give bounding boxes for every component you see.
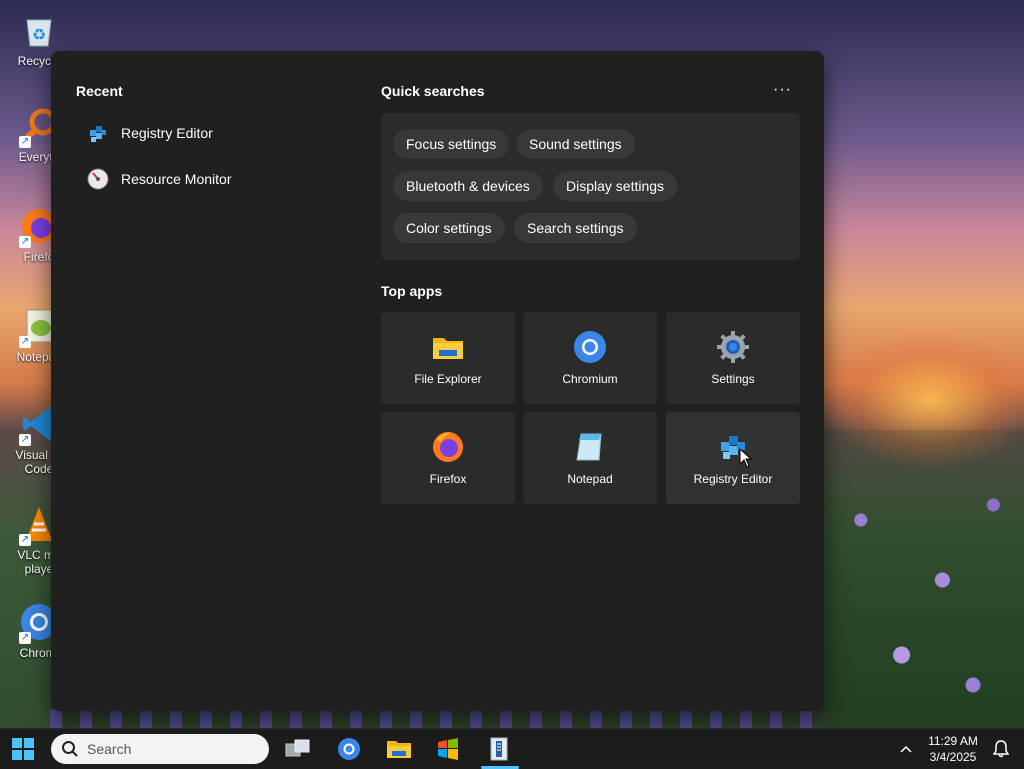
- app-tile-chromium[interactable]: Chromium: [523, 312, 657, 404]
- chromium-icon: [338, 738, 360, 760]
- clock-date: 3/4/2025: [929, 750, 977, 764]
- notepad-icon: [573, 430, 607, 464]
- taskbar-registry-editor[interactable]: [481, 733, 517, 765]
- recent-item-label: Resource Monitor: [121, 171, 232, 187]
- shortcut-arrow-icon: ↗: [19, 336, 31, 348]
- taskbar-clock[interactable]: 11:29 AM 3/4/2025: [918, 733, 988, 765]
- taskbar-legacy-app[interactable]: [430, 733, 466, 765]
- gear-icon: [716, 330, 750, 364]
- taskbar: Search 11:29 AM 3/4/2025: [0, 728, 1024, 769]
- app-tile-registry-editor[interactable]: Registry Editor: [666, 412, 800, 504]
- app-tile-file-explorer[interactable]: File Explorer: [381, 312, 515, 404]
- wallpaper-flowers: [820, 430, 1024, 730]
- folder-icon: [387, 741, 411, 758]
- quick-search-search-settings[interactable]: Search settings: [514, 213, 637, 243]
- search-icon: [62, 741, 78, 757]
- app-tile-settings[interactable]: Settings: [666, 312, 800, 404]
- notifications-button[interactable]: [983, 733, 1019, 765]
- recent-item-label: Registry Editor: [121, 125, 213, 141]
- app-tile-label: Chromium: [562, 372, 618, 386]
- chevron-up-icon: [900, 745, 912, 753]
- recent-item-registry-editor[interactable]: Registry Editor: [87, 117, 213, 149]
- app-tile-label: Settings: [711, 372, 755, 386]
- clock-time: 11:29 AM: [928, 734, 978, 748]
- top-apps-title: Top apps: [381, 283, 443, 299]
- recent-title: Recent: [76, 83, 123, 99]
- quick-search-display-settings[interactable]: Display settings: [553, 171, 678, 201]
- recycle-bin-icon: ♻: [19, 10, 59, 50]
- app-tile-notepad[interactable]: Notepad: [523, 412, 657, 504]
- app-tile-label: Firefox: [429, 472, 467, 486]
- resource-monitor-icon: [87, 168, 109, 190]
- windows-flag-icon: [438, 738, 458, 760]
- task-view-icon: [285, 739, 310, 757]
- search-placeholder: Search: [87, 741, 132, 757]
- app-window-icon: [490, 737, 508, 761]
- quick-search-sound-settings[interactable]: Sound settings: [516, 129, 635, 159]
- taskbar-file-explorer[interactable]: [381, 733, 417, 765]
- task-view-button[interactable]: [280, 733, 316, 765]
- shortcut-arrow-icon: ↗: [19, 236, 31, 248]
- quick-searches-title: Quick searches: [381, 83, 485, 99]
- shortcut-arrow-icon: ↗: [19, 434, 31, 446]
- registry-editor-icon: [87, 122, 109, 144]
- chromium-icon: [573, 330, 607, 364]
- shortcut-arrow-icon: ↗: [19, 534, 31, 546]
- start-button[interactable]: [5, 733, 41, 765]
- windows-logo-icon: [12, 738, 34, 760]
- app-tile-firefox[interactable]: Firefox: [381, 412, 515, 504]
- more-options-icon[interactable]: ···: [773, 81, 792, 99]
- recent-item-resource-monitor[interactable]: Resource Monitor: [87, 163, 232, 195]
- start-menu: Recent Registry Editor Resource Monitor …: [51, 51, 824, 711]
- wallpaper-flowers-bottom: [50, 710, 830, 730]
- bell-icon: [993, 740, 1009, 758]
- folder-icon: [431, 330, 465, 364]
- svg-text:♻: ♻: [32, 27, 46, 44]
- quick-search-bluetooth-devices[interactable]: Bluetooth & devices: [393, 171, 543, 201]
- mouse-cursor-icon: [739, 448, 753, 468]
- app-tile-label: Notepad: [567, 472, 613, 486]
- taskbar-search-box[interactable]: Search: [51, 734, 269, 764]
- shortcut-arrow-icon: ↗: [19, 136, 31, 148]
- quick-searches-panel: Focus settings Sound settings Bluetooth …: [381, 113, 800, 260]
- taskbar-chromium[interactable]: [331, 733, 367, 765]
- quick-search-focus-settings[interactable]: Focus settings: [393, 129, 510, 159]
- app-tile-label: File Explorer: [414, 372, 482, 386]
- quick-search-color-settings[interactable]: Color settings: [393, 213, 505, 243]
- app-tile-label: Registry Editor: [693, 472, 773, 486]
- shortcut-arrow-icon: ↗: [19, 632, 31, 644]
- firefox-icon: [431, 430, 465, 464]
